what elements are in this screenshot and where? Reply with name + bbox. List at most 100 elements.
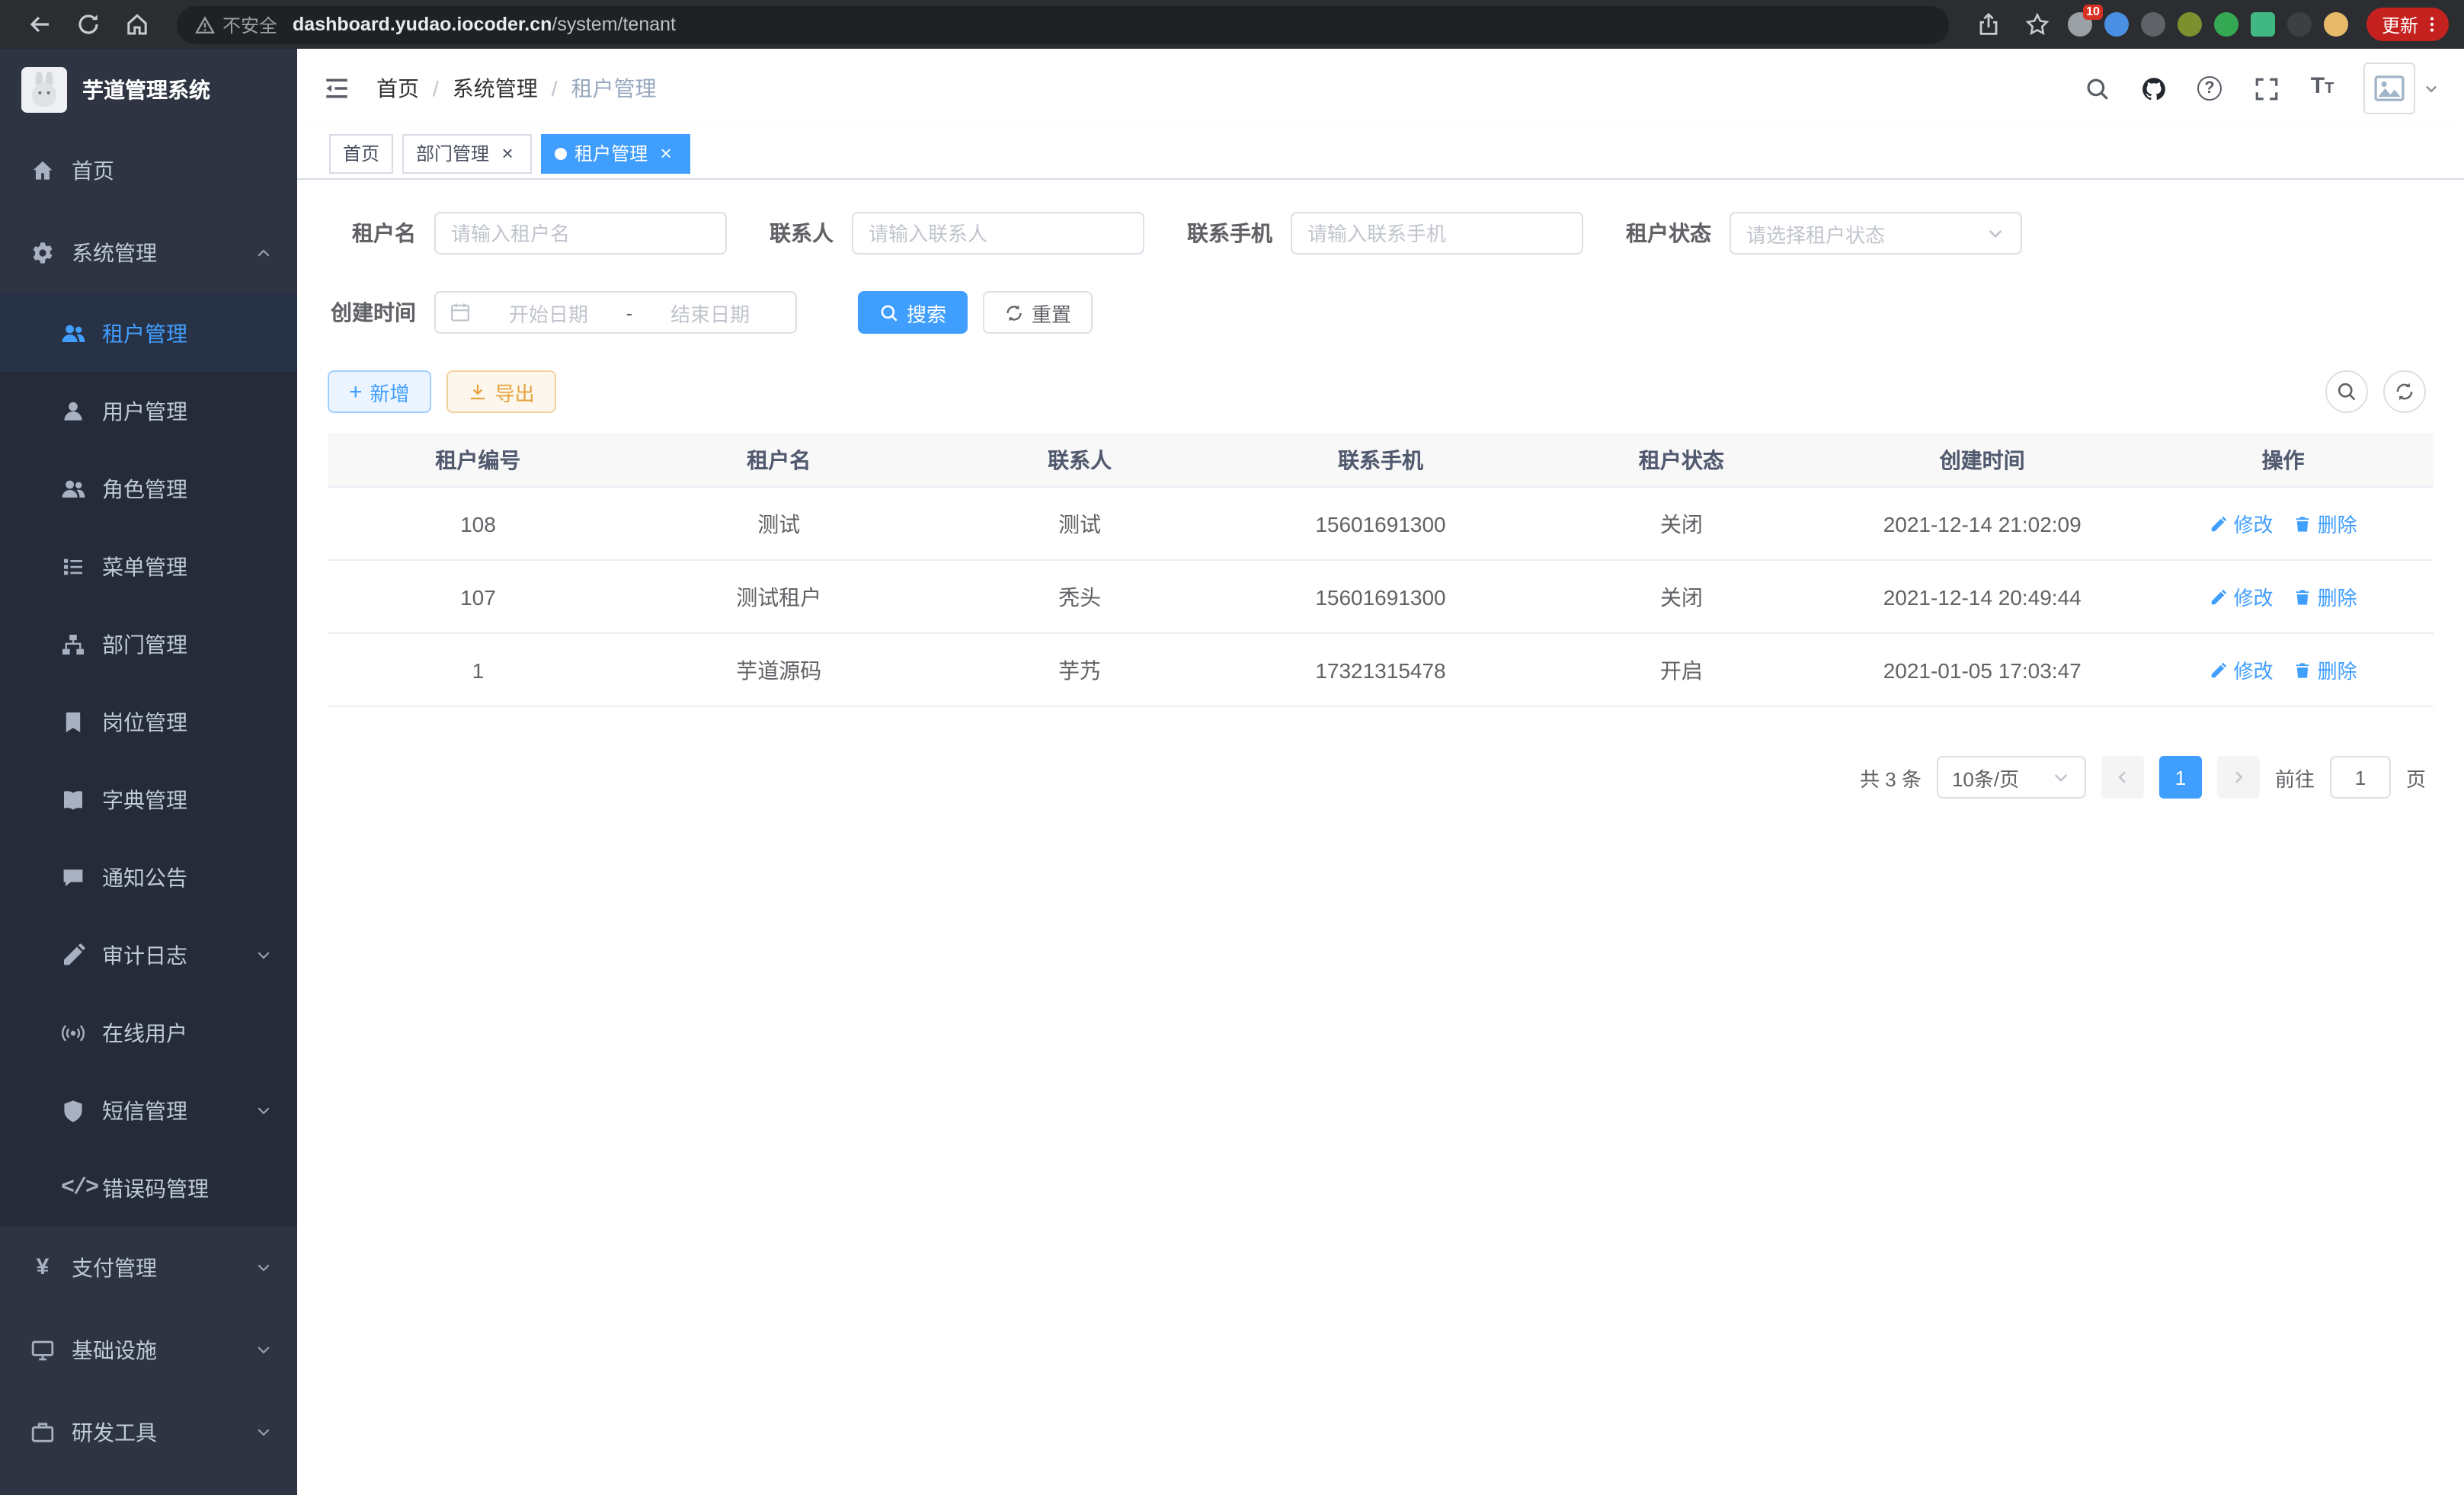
status-select[interactable]: 请选择租户状态 bbox=[1730, 212, 2022, 255]
extension-icon-3[interactable] bbox=[2141, 12, 2165, 37]
url-host: dashboard.yudao.iocoder.cn bbox=[293, 14, 552, 35]
extension-icon-1[interactable]: 10 bbox=[2068, 12, 2092, 37]
plus-icon: + bbox=[349, 382, 363, 402]
start-date-placeholder: 开始日期 bbox=[477, 298, 620, 327]
sidebar-item-dev[interactable]: 研发工具 bbox=[0, 1391, 297, 1474]
sidebar-item-user[interactable]: 用户管理 bbox=[0, 372, 297, 450]
sidebar-item-dept[interactable]: 部门管理 bbox=[0, 605, 297, 683]
filter-phone: 联系手机 bbox=[1187, 212, 1583, 255]
font-size-icon[interactable]: TT bbox=[2307, 73, 2338, 104]
contact-input[interactable] bbox=[852, 212, 1144, 255]
home-icon[interactable] bbox=[119, 6, 155, 43]
gear-icon bbox=[30, 241, 55, 265]
chevron-down-icon bbox=[254, 1423, 273, 1442]
field-label: 租户状态 bbox=[1626, 218, 1711, 248]
user-menu[interactable] bbox=[2363, 62, 2440, 114]
sidebar-item-infra[interactable]: 基础设施 bbox=[0, 1309, 297, 1391]
share-icon[interactable] bbox=[1970, 6, 2007, 43]
sidebar-item-audit[interactable]: 审计日志 bbox=[0, 916, 297, 994]
users-icon bbox=[61, 321, 85, 345]
breadcrumb-home[interactable]: 首页 bbox=[376, 73, 419, 104]
search-icon[interactable] bbox=[2082, 73, 2112, 104]
broadcast-icon bbox=[61, 1020, 85, 1045]
goto-page-input[interactable] bbox=[2330, 756, 2391, 799]
bookmark-star-icon[interactable] bbox=[2019, 6, 2056, 43]
org-tree-icon bbox=[61, 632, 85, 656]
prev-page-button[interactable] bbox=[2101, 756, 2144, 799]
show-search-button[interactable] bbox=[2325, 370, 2368, 413]
help-icon[interactable]: ? bbox=[2194, 73, 2225, 104]
sidebar-item-sms[interactable]: 短信管理 bbox=[0, 1071, 297, 1149]
warning-icon bbox=[195, 14, 215, 34]
security-indicator[interactable]: 不安全 bbox=[195, 11, 277, 37]
monitor-icon bbox=[30, 1338, 55, 1362]
toolbar-right bbox=[2325, 370, 2426, 413]
breadcrumb-system[interactable]: 系统管理 bbox=[453, 73, 538, 104]
edit-link[interactable]: 修改 bbox=[2210, 582, 2274, 611]
extension-icon-4[interactable] bbox=[2178, 12, 2202, 37]
close-icon[interactable]: × bbox=[497, 142, 518, 164]
sidebar-item-dict[interactable]: 字典管理 bbox=[0, 760, 297, 838]
sidebar-item-pay[interactable]: ¥ 支付管理 bbox=[0, 1227, 297, 1309]
sidebar-item-online[interactable]: 在线用户 bbox=[0, 994, 297, 1071]
delete-link[interactable]: 删除 bbox=[2293, 655, 2357, 684]
add-button[interactable]: + 新增 bbox=[328, 370, 431, 413]
profile-avatar-icon[interactable] bbox=[2324, 12, 2348, 37]
delete-link[interactable]: 删除 bbox=[2293, 582, 2357, 611]
sidebar-item-tenant[interactable]: 租户管理 bbox=[0, 294, 297, 372]
back-icon[interactable] bbox=[21, 6, 58, 43]
app-logo[interactable]: 芋道管理系统 bbox=[0, 49, 297, 130]
sidebar-item-menu[interactable]: 菜单管理 bbox=[0, 527, 297, 605]
page-size-select[interactable]: 10条/页 bbox=[1937, 756, 2086, 799]
sidebar-item-home[interactable]: 首页 bbox=[0, 130, 297, 212]
cell-tenant-name: 测试租户 bbox=[629, 581, 930, 612]
user-icon bbox=[61, 399, 85, 423]
address-bar[interactable]: 不安全 dashboard.yudao.iocoder.cn/system/te… bbox=[177, 5, 1949, 43]
tab-home[interactable]: 首页 bbox=[329, 133, 393, 173]
select-placeholder: 请选择租户状态 bbox=[1746, 219, 1885, 248]
delete-link[interactable]: 删除 bbox=[2293, 509, 2357, 538]
filter-create-time: 创建时间 开始日期 - 结束日期 bbox=[328, 291, 797, 334]
reset-button[interactable]: 重置 bbox=[983, 291, 1093, 334]
chevron-up-icon bbox=[254, 244, 273, 262]
sidebar-item-post[interactable]: 岗位管理 bbox=[0, 683, 297, 760]
cell-status: 关闭 bbox=[1531, 508, 1832, 539]
edit-link[interactable]: 修改 bbox=[2210, 509, 2274, 538]
pencil-icon bbox=[2210, 661, 2228, 679]
filter-status: 租户状态 请选择租户状态 bbox=[1626, 212, 2022, 255]
sidebar-fold-icon[interactable] bbox=[322, 73, 352, 104]
filter-row-2: 创建时间 开始日期 - 结束日期 搜索 重置 bbox=[328, 291, 2434, 334]
tab-tenant[interactable]: 租户管理 × bbox=[541, 133, 690, 173]
code-icon: </> bbox=[61, 1176, 85, 1200]
sidebar-item-role[interactable]: 角色管理 bbox=[0, 450, 297, 527]
browser-update-button[interactable]: 更新 bbox=[2366, 8, 2449, 41]
fullscreen-icon[interactable] bbox=[2251, 73, 2281, 104]
search-button[interactable]: 搜索 bbox=[858, 291, 968, 334]
field-label: 创建时间 bbox=[328, 297, 416, 328]
github-icon[interactable] bbox=[2138, 73, 2168, 104]
sidebar-item-errcode[interactable]: </> 错误码管理 bbox=[0, 1149, 297, 1227]
date-range-picker[interactable]: 开始日期 - 结束日期 bbox=[434, 291, 797, 334]
extension-icon-6[interactable] bbox=[2251, 12, 2275, 37]
extension-icon-7[interactable] bbox=[2287, 12, 2312, 37]
reload-icon[interactable] bbox=[70, 6, 107, 43]
sidebar-item-label: 首页 bbox=[72, 155, 114, 186]
extension-icon-5[interactable] bbox=[2214, 12, 2238, 37]
users-icon bbox=[61, 476, 85, 501]
refresh-table-button[interactable] bbox=[2383, 370, 2426, 413]
next-page-button[interactable] bbox=[2217, 756, 2260, 799]
total-count: 共 3 条 bbox=[1860, 763, 1922, 792]
close-icon[interactable]: × bbox=[655, 142, 677, 164]
phone-input[interactable] bbox=[1291, 212, 1583, 255]
export-button[interactable]: 导出 bbox=[446, 370, 556, 413]
cell-contact: 芋艿 bbox=[930, 655, 1230, 685]
sidebar-item-notice[interactable]: 通知公告 bbox=[0, 838, 297, 916]
tenant-name-input[interactable] bbox=[434, 212, 727, 255]
breadcrumb: 首页 / 系统管理 / 租户管理 bbox=[376, 73, 657, 104]
tab-dept[interactable]: 部门管理 × bbox=[402, 133, 532, 173]
cell-tenant-id: 108 bbox=[328, 511, 629, 536]
page-number-1[interactable]: 1 bbox=[2159, 756, 2202, 799]
edit-link[interactable]: 修改 bbox=[2210, 655, 2274, 684]
sidebar-item-system[interactable]: 系统管理 bbox=[0, 212, 297, 294]
extension-icon-2[interactable] bbox=[2104, 12, 2129, 37]
